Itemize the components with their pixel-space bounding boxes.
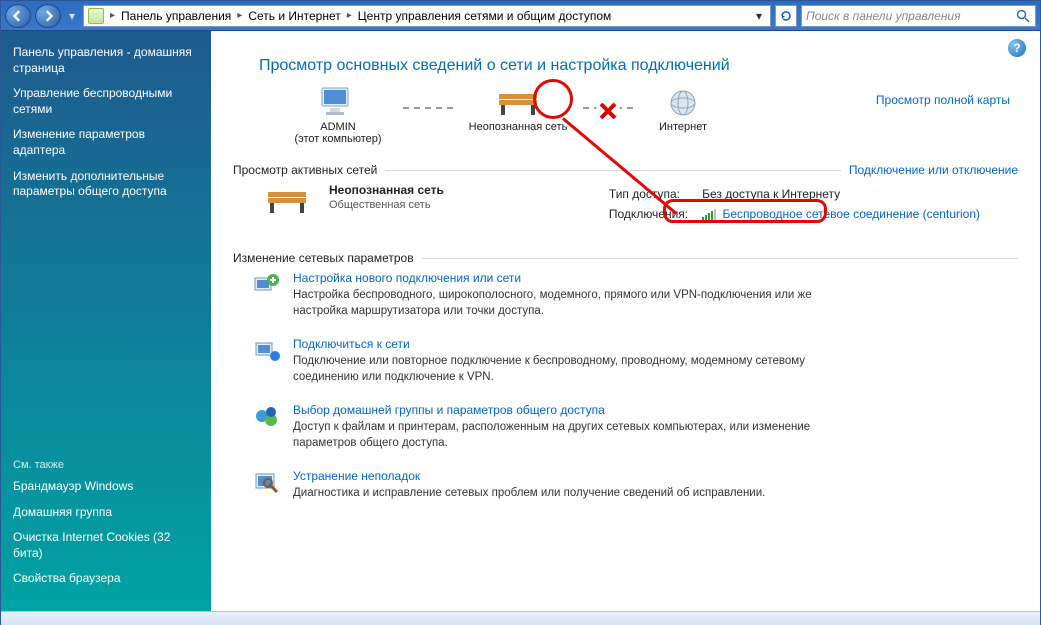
section-label: Просмотр активных сетей bbox=[233, 163, 377, 177]
chevron-right-icon: ▸ bbox=[108, 10, 117, 21]
search-icon bbox=[1015, 8, 1031, 24]
sidebar-link-cookies-cleanup[interactable]: Очистка Internet Cookies (32 бита) bbox=[13, 530, 199, 561]
network-map: ADMIN (этот компьютер) Неопознанная сеть bbox=[273, 85, 1018, 145]
sidebar-link-wireless-networks[interactable]: Управление беспроводными сетями bbox=[13, 86, 199, 117]
map-node-unidentified[interactable]: Неопознанная сеть bbox=[453, 85, 583, 133]
section-label: Изменение сетевых параметров bbox=[233, 251, 414, 265]
arrow-left-icon bbox=[12, 10, 24, 22]
settings-link[interactable]: Устранение неполадок bbox=[293, 469, 765, 483]
divider bbox=[385, 170, 841, 171]
connections-label: Подключения: bbox=[603, 205, 694, 223]
settings-item-new-connection: Настройка нового подключения или сети На… bbox=[253, 271, 1018, 319]
breadcrumb-item[interactable]: Центр управления сетями и общим доступом bbox=[358, 9, 612, 23]
sidebar-home-link[interactable]: Панель управления - домашняя страница bbox=[13, 45, 199, 76]
sidebar-see-also-label: См. также bbox=[13, 459, 199, 471]
troubleshoot-icon bbox=[253, 469, 281, 497]
map-node-internet[interactable]: Интернет bbox=[633, 85, 733, 133]
active-network-row: Неопознанная сеть Общественная сеть Тип … bbox=[263, 183, 1018, 225]
map-node-label: Интернет bbox=[633, 121, 733, 133]
network-settings-header: Изменение сетевых параметров bbox=[233, 251, 1018, 265]
breadcrumb-dropdown[interactable]: ▾ bbox=[752, 9, 766, 23]
network-category-icon bbox=[263, 183, 311, 219]
settings-link[interactable]: Подключиться к сети bbox=[293, 337, 823, 351]
settings-link[interactable]: Выбор домашней группы и параметров общег… bbox=[293, 403, 823, 417]
settings-link[interactable]: Настройка нового подключения или сети bbox=[293, 271, 823, 285]
chevron-right-icon: ▸ bbox=[235, 10, 244, 21]
breadcrumb-item[interactable]: Панель управления bbox=[121, 9, 231, 23]
breadcrumb-bar[interactable]: ▸ Панель управления ▸ Сеть и Интернет ▸ … bbox=[83, 5, 771, 27]
search-input[interactable]: Поиск в панели управления bbox=[801, 5, 1036, 27]
connect-disconnect-link[interactable]: Подключение или отключение bbox=[849, 163, 1018, 177]
control-panel-icon bbox=[88, 8, 104, 24]
settings-item-connect: Подключиться к сети Подключение или повт… bbox=[253, 337, 1018, 385]
connection-link[interactable]: Беспроводное сетевое соединение (centuri… bbox=[722, 207, 980, 221]
map-node-label: ADMIN bbox=[273, 121, 403, 133]
arrow-right-icon bbox=[42, 10, 54, 22]
new-connection-icon bbox=[253, 271, 281, 299]
settings-desc: Подключение или повторное подключение к … bbox=[293, 354, 823, 385]
map-node-label: Неопознанная сеть bbox=[453, 121, 583, 133]
sidebar-link-homegroup[interactable]: Домашняя группа bbox=[13, 505, 199, 521]
map-connector-broken bbox=[583, 107, 633, 109]
active-networks-header: Просмотр активных сетей Подключение или … bbox=[233, 163, 1018, 177]
access-type-label: Тип доступа: bbox=[603, 185, 694, 203]
sidebar-link-browser-properties[interactable]: Свойства браузера bbox=[13, 571, 199, 587]
connect-network-icon bbox=[253, 337, 281, 365]
map-node-sublabel: (этот компьютер) bbox=[273, 133, 403, 145]
help-icon[interactable]: ? bbox=[1008, 39, 1026, 57]
search-placeholder: Поиск в панели управления bbox=[806, 9, 1015, 23]
history-dropdown[interactable]: ▾ bbox=[65, 6, 79, 26]
refresh-button[interactable] bbox=[775, 5, 797, 27]
breadcrumb-item[interactable]: Сеть и Интернет bbox=[248, 9, 340, 23]
settings-list: Настройка нового подключения или сети На… bbox=[253, 271, 1018, 502]
status-bar bbox=[1, 611, 1040, 625]
x-icon bbox=[596, 99, 620, 123]
content-pane: ? Просмотр основных сведений о сети и на… bbox=[211, 31, 1040, 611]
computer-icon bbox=[318, 86, 358, 120]
settings-item-homegroup: Выбор домашней группы и параметров общег… bbox=[253, 403, 1018, 451]
settings-desc: Настройка беспроводного, широкополосного… bbox=[293, 288, 823, 319]
refresh-icon bbox=[779, 9, 793, 23]
map-node-this-pc[interactable]: ADMIN (этот компьютер) bbox=[273, 85, 403, 145]
divider bbox=[422, 258, 1018, 259]
sidebar-link-firewall[interactable]: Брандмауэр Windows bbox=[13, 479, 199, 495]
page-title: Просмотр основных сведений о сети и наст… bbox=[259, 57, 1018, 75]
homegroup-icon bbox=[253, 403, 281, 431]
settings-desc: Доступ к файлам и принтерам, расположенн… bbox=[293, 420, 823, 451]
network-properties: Тип доступа: Без доступа к Интернету Под… bbox=[601, 183, 988, 225]
sidebar-link-advanced-sharing[interactable]: Изменить дополнительные параметры общего… bbox=[13, 169, 199, 200]
address-toolbar: ▾ ▸ Панель управления ▸ Сеть и Интернет … bbox=[1, 1, 1040, 31]
sidebar: Панель управления - домашняя страница Уп… bbox=[1, 31, 211, 611]
sidebar-link-adapter-settings[interactable]: Изменение параметров адаптера bbox=[13, 127, 199, 158]
access-type-value: Без доступа к Интернету bbox=[696, 185, 986, 203]
globe-icon bbox=[668, 88, 698, 118]
network-name[interactable]: Неопознанная сеть bbox=[329, 183, 444, 197]
network-type[interactable]: Общественная сеть bbox=[329, 199, 444, 211]
settings-desc: Диагностика и исправление сетевых пробле… bbox=[293, 486, 765, 502]
settings-item-troubleshoot: Устранение неполадок Диагностика и испра… bbox=[253, 469, 1018, 502]
wifi-signal-icon bbox=[702, 209, 716, 221]
chevron-right-icon: ▸ bbox=[345, 10, 354, 21]
forward-button[interactable] bbox=[35, 4, 61, 28]
map-connector bbox=[403, 107, 453, 109]
bench-icon bbox=[495, 88, 541, 118]
back-button[interactable] bbox=[5, 4, 31, 28]
bench-icon bbox=[264, 186, 310, 216]
